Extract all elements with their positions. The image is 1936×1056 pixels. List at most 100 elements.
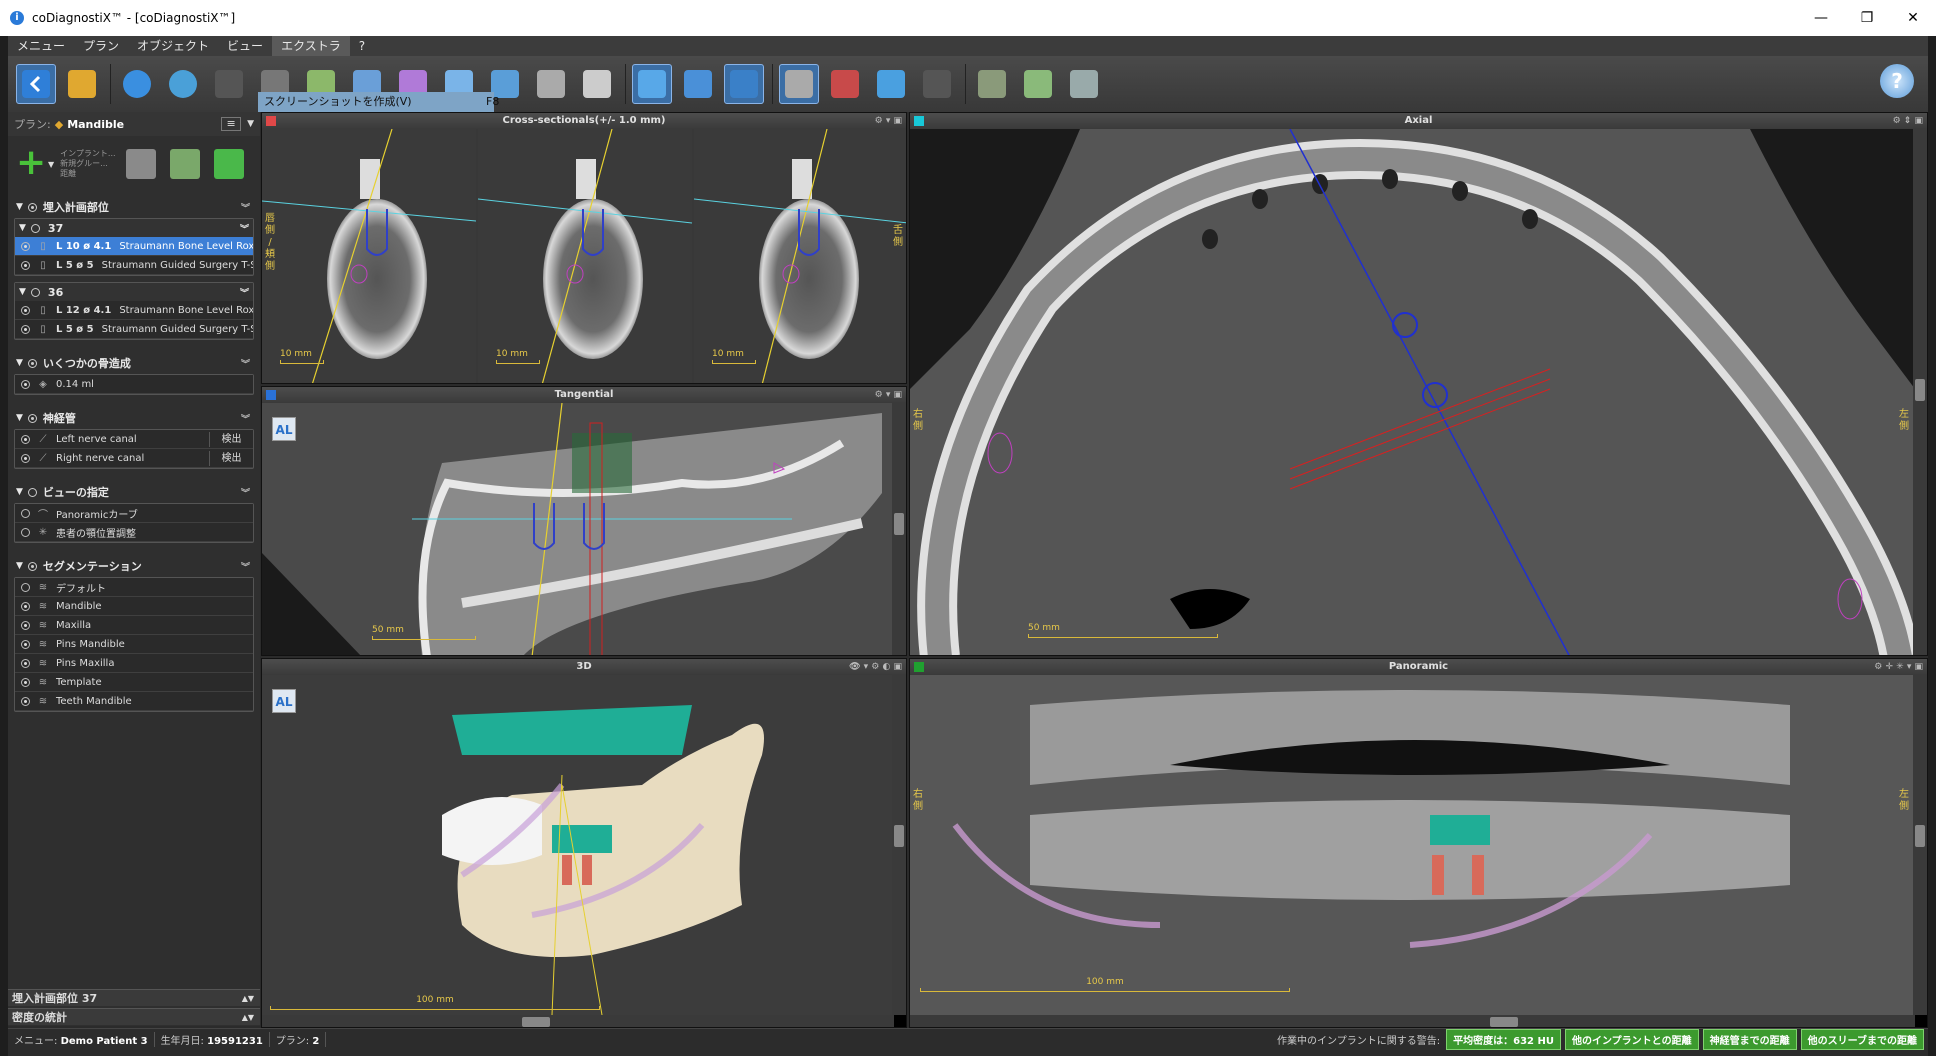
tangential-view[interactable]: Tangential ⚙ ▾ ▣ AL 50 mm bbox=[261, 386, 907, 656]
folder-icon bbox=[68, 70, 96, 98]
back-button[interactable] bbox=[16, 64, 56, 104]
layers-icon: ≋ bbox=[38, 695, 48, 707]
density-button[interactable]: 平均密度は：632 HU bbox=[1446, 1029, 1561, 1050]
detect-button[interactable]: 検出 bbox=[209, 431, 253, 447]
orientation-cube-icon[interactable]: AL bbox=[272, 417, 296, 441]
globe-button[interactable] bbox=[163, 64, 203, 104]
view-settings-section: ▼ ビューの指定 ︾ ⌒ Panoramicカーブ ✳ 患者の顎位置調整 bbox=[14, 483, 254, 543]
implant-group-header[interactable]: ▼ 37 ︾ bbox=[15, 219, 253, 237]
help-button[interactable]: ? bbox=[1880, 64, 1914, 98]
close-button[interactable]: ✕ bbox=[1890, 0, 1936, 36]
arrows-icon[interactable] bbox=[213, 149, 244, 179]
undo-button[interactable] bbox=[917, 64, 957, 104]
three-d-hscrollbar[interactable] bbox=[262, 1015, 894, 1027]
right-nerve-canal-row[interactable]: ⟋ Right nerve canal 検出 bbox=[15, 449, 253, 468]
tool-icon bbox=[215, 70, 243, 98]
axial-scrollbar[interactable] bbox=[1913, 129, 1927, 655]
implant-8-button[interactable] bbox=[577, 64, 617, 104]
add-button[interactable]: + bbox=[16, 145, 52, 182]
patient-alignment-row[interactable]: ✳ 患者の顎位置調整 bbox=[15, 523, 253, 542]
orientation-cube-icon[interactable]: AL bbox=[272, 689, 296, 713]
sleeve-row[interactable]: ▯ L 5 ø 5 Straumann Guided Surgery T-Sle… bbox=[15, 320, 253, 339]
panoramic-curve-row[interactable]: ⌒ Panoramicカーブ bbox=[15, 504, 253, 523]
sleeve-distance-button[interactable]: 他のスリーブまでの距離 bbox=[1800, 1029, 1924, 1050]
cut-2-button[interactable] bbox=[1018, 64, 1058, 104]
left-side-label: 左側 bbox=[1899, 409, 1909, 432]
menu-object[interactable]: オブジェクト bbox=[128, 36, 218, 56]
list-menu-icon[interactable]: ≡ bbox=[221, 117, 242, 131]
implant-7-button[interactable] bbox=[531, 64, 571, 104]
segmentation-row[interactable]: ≋ Pins Maxilla bbox=[15, 654, 253, 673]
segmentation-row[interactable]: ≋ Template bbox=[15, 673, 253, 692]
detect-button[interactable]: 検出 bbox=[209, 450, 253, 466]
implant-distance-button[interactable]: 他のインプラントとの距離 bbox=[1564, 1029, 1699, 1050]
chevron-down-icon[interactable]: ▼ bbox=[247, 119, 254, 129]
trash-icon[interactable] bbox=[125, 149, 156, 179]
panoramic-hscrollbar[interactable] bbox=[910, 1015, 1915, 1027]
cut-1-button[interactable] bbox=[972, 64, 1012, 104]
delete-measure-button[interactable] bbox=[825, 64, 865, 104]
app-icon: i bbox=[10, 11, 24, 25]
segmentation-row[interactable]: ≋ Maxilla bbox=[15, 616, 253, 635]
implant-icon bbox=[583, 70, 611, 98]
plan-icon: ◆ bbox=[54, 117, 64, 131]
tangential-scrollbar[interactable] bbox=[892, 403, 906, 655]
cube-view-button[interactable] bbox=[678, 64, 718, 104]
view-tools-icon: ⚙ ▾ ▣ bbox=[874, 390, 902, 400]
implant-sites-header[interactable]: ▼ 埋入計画部位 ︾ bbox=[14, 198, 254, 216]
segmentation-row[interactable]: ≋ Teeth Mandible bbox=[15, 692, 253, 711]
segmentation-row[interactable]: ≋ Mandible bbox=[15, 597, 253, 616]
implant-group-header[interactable]: ▼ 36 ︾ bbox=[15, 283, 253, 301]
cross-sectional-view[interactable]: Cross-sectionals(+/- 1.0 mm) ⚙ ▾ ▣ 唇側 / … bbox=[261, 112, 907, 384]
add-dropdown-icon[interactable]: ▼ bbox=[48, 160, 54, 169]
three-d-vscrollbar[interactable] bbox=[892, 675, 906, 1015]
view-tools-icon: ⚙ ▾ ▣ bbox=[874, 116, 902, 126]
cross-sectional-image bbox=[262, 128, 906, 383]
nerve-canal-header[interactable]: ▼ 神経管 ︾ bbox=[14, 409, 254, 427]
panoramic-header: Panoramic ⚙ ✛ ✳ ▾ ▣ bbox=[910, 659, 1927, 675]
minimize-button[interactable]: — bbox=[1798, 0, 1844, 36]
left-nerve-canal-row[interactable]: ⟋ Left nerve canal 検出 bbox=[15, 430, 253, 449]
restore-button[interactable]: ❐ bbox=[1844, 0, 1890, 36]
select-3d-button[interactable] bbox=[871, 64, 911, 104]
nerve-distance-button[interactable]: 神経管までの距離 bbox=[1702, 1029, 1797, 1050]
menu-plan[interactable]: プラン bbox=[74, 36, 128, 56]
view-tools-icon: ⚙ ✛ ✳ ▾ ▣ bbox=[1874, 662, 1923, 672]
plan-info: プラン: 2 bbox=[270, 1032, 327, 1047]
view-settings-header[interactable]: ▼ ビューの指定 ︾ bbox=[14, 483, 254, 501]
density-stats-bar[interactable]: 密度の統計 ▲▼ bbox=[8, 1008, 260, 1025]
disabled-tool-button[interactable] bbox=[209, 64, 249, 104]
panoramic-vscrollbar[interactable] bbox=[1913, 675, 1927, 1015]
cube-cursor-icon bbox=[877, 70, 905, 98]
menu-help[interactable]: ? bbox=[350, 36, 374, 56]
approve-icon[interactable] bbox=[169, 149, 200, 179]
view-color-marker bbox=[914, 116, 924, 126]
augmentation-row[interactable]: ◈ 0.14 ml bbox=[15, 375, 253, 394]
axial-view[interactable]: Axial ⚙ ⇕ ▣ 右側 左側 50 mm bbox=[909, 112, 1928, 656]
three-d-view[interactable]: 3D 👁 ▾ ⚙ ◐ ▣ AL 100 mm bbox=[261, 658, 907, 1028]
guide-button[interactable] bbox=[1064, 64, 1104, 104]
implant-site-bar[interactable]: 埋入計画部位 37 ▲▼ bbox=[8, 989, 260, 1006]
status-bar: メニュー: Demo Patient 3 生年月日: 19591231 プラン:… bbox=[8, 1028, 1928, 1050]
layers-icon: ≋ bbox=[38, 600, 48, 612]
sync-icon bbox=[123, 70, 151, 98]
implant-row[interactable]: ▯ L 12 ø 4.1 Straumann Bone Level Roxoli… bbox=[15, 301, 253, 320]
sleeve-row[interactable]: ▯ L 5 ø 5 Straumann Guided Surgery T-Sle… bbox=[15, 256, 253, 275]
curve-button[interactable] bbox=[724, 64, 764, 104]
segmentation-row[interactable]: ≋ デフォルト bbox=[15, 578, 253, 597]
bone-augmentation-section: ▼ いくつかの骨造成 ︾ ◈ 0.14 ml bbox=[14, 354, 254, 395]
view-mode-button[interactable] bbox=[632, 64, 672, 104]
open-button[interactable] bbox=[62, 64, 102, 104]
implant-row[interactable]: ▯ L 10 ø 4.1 Straumann Bone Level Roxoli… bbox=[15, 237, 253, 256]
patient-info: メニュー: Demo Patient 3 bbox=[8, 1032, 155, 1047]
segmentation-row[interactable]: ≋ Pins Mandible bbox=[15, 635, 253, 654]
panoramic-view[interactable]: Panoramic ⚙ ✛ ✳ ▾ ▣ 右側 左側 100 mm bbox=[909, 658, 1928, 1028]
menu-view[interactable]: ビュー bbox=[218, 36, 272, 56]
menu-extra[interactable]: エクストラ bbox=[272, 36, 350, 56]
scale-bar: 50 mm bbox=[372, 625, 476, 640]
sync-button[interactable] bbox=[117, 64, 157, 104]
bone-augmentation-header[interactable]: ▼ いくつかの骨造成 ︾ bbox=[14, 354, 254, 372]
measure-button[interactable] bbox=[779, 64, 819, 104]
segmentation-header[interactable]: ▼ セグメンテーション ︾ bbox=[14, 557, 254, 575]
menu-menu[interactable]: メニュー bbox=[8, 36, 74, 56]
